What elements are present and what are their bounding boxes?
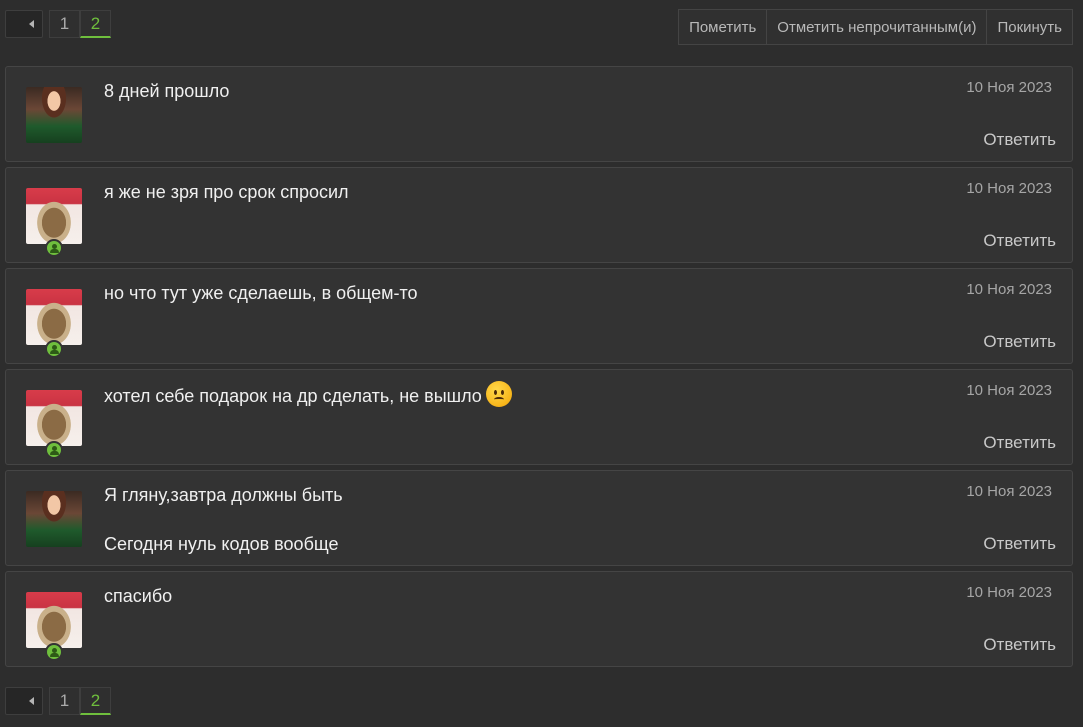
pagination-top: 1 2: [5, 10, 111, 38]
message-line: спасибо: [104, 586, 173, 606]
message-date[interactable]: 10 Ноя 2023: [966, 584, 1052, 601]
avatar[interactable]: [26, 390, 82, 446]
message-line: Я гляну,завтра должны быть: [104, 485, 343, 505]
page-link-2-current[interactable]: 2: [80, 687, 111, 715]
page-list: 1 2: [49, 10, 111, 38]
message-text: но что тут уже сделаешь, в общем-то: [104, 282, 892, 331]
page-list: 1 2: [49, 687, 111, 715]
reply-link[interactable]: Ответить: [983, 130, 1056, 150]
message-date[interactable]: 10 Ноя 2023: [966, 180, 1052, 197]
online-status-icon: [45, 643, 63, 661]
message-text: хотел себе подарок на др сделать, не выш…: [104, 381, 892, 434]
message-line: но что тут уже сделаешь, в общем-то: [104, 283, 418, 303]
reply-link[interactable]: Ответить: [983, 231, 1056, 251]
message-line-text: хотел себе подарок на др сделать, не выш…: [104, 386, 482, 406]
message-date[interactable]: 10 Ноя 2023: [966, 79, 1052, 96]
message-line: Сегодня нуль кодов вообще: [104, 534, 339, 554]
conversation-page: 1 2 Пометить Отметить непрочитанным(и) П…: [0, 0, 1083, 727]
caret-left-icon: [28, 697, 34, 705]
message-line: я же не зря про срок спросил: [104, 182, 349, 202]
previous-page-button[interactable]: [5, 10, 43, 38]
message-line: хотел себе подарок на др сделать, не выш…: [104, 381, 892, 407]
avatar[interactable]: [26, 87, 82, 143]
page-link-1[interactable]: 1: [49, 10, 80, 38]
message-date[interactable]: 10 Ноя 2023: [966, 382, 1052, 399]
avatar[interactable]: [26, 592, 82, 648]
reply-link[interactable]: Ответить: [983, 534, 1056, 554]
message-item: Я гляну,завтра должны быть Сегодня нуль …: [5, 470, 1073, 566]
reply-link[interactable]: Ответить: [983, 433, 1056, 453]
online-status-icon: [45, 239, 63, 257]
message-item: хотел себе подарок на др сделать, не выш…: [5, 369, 1073, 465]
pagination-bottom: 1 2: [5, 687, 111, 715]
reply-link[interactable]: Ответить: [983, 635, 1056, 655]
avatar[interactable]: [26, 491, 82, 547]
caret-left-icon: [28, 20, 34, 28]
online-status-icon: [45, 441, 63, 459]
mark-unread-button[interactable]: Отметить непрочитанным(и): [766, 10, 986, 44]
message-text: Я гляну,завтра должны быть Сегодня нуль …: [104, 484, 892, 582]
message-item: спасибо 10 Ноя 2023 Ответить: [5, 571, 1073, 667]
message-list: 8 дней прошло 10 Ноя 2023 Ответить я же …: [5, 66, 1073, 672]
reply-link[interactable]: Ответить: [983, 332, 1056, 352]
message-item: я же не зря про срок спросил 10 Ноя 2023…: [5, 167, 1073, 263]
message-line: 8 дней прошло: [104, 81, 230, 101]
avatar[interactable]: [26, 188, 82, 244]
message-text: я же не зря про срок спросил: [104, 181, 892, 230]
leave-button[interactable]: Покинуть: [986, 10, 1072, 44]
online-status-icon: [45, 340, 63, 358]
page-link-2-current[interactable]: 2: [80, 10, 111, 38]
message-date[interactable]: 10 Ноя 2023: [966, 483, 1052, 500]
message-item: 8 дней прошло 10 Ноя 2023 Ответить: [5, 66, 1073, 162]
message-item: но что тут уже сделаешь, в общем-то 10 Н…: [5, 268, 1073, 364]
previous-page-button[interactable]: [5, 687, 43, 715]
message-text: спасибо: [104, 585, 892, 634]
message-text: 8 дней прошло: [104, 80, 892, 129]
sad-face-icon: [485, 381, 512, 407]
page-link-1[interactable]: 1: [49, 687, 80, 715]
mark-button[interactable]: Пометить: [679, 10, 766, 44]
message-date[interactable]: 10 Ноя 2023: [966, 281, 1052, 298]
conversation-actions: Пометить Отметить непрочитанным(и) Покин…: [678, 9, 1073, 45]
avatar[interactable]: [26, 289, 82, 345]
